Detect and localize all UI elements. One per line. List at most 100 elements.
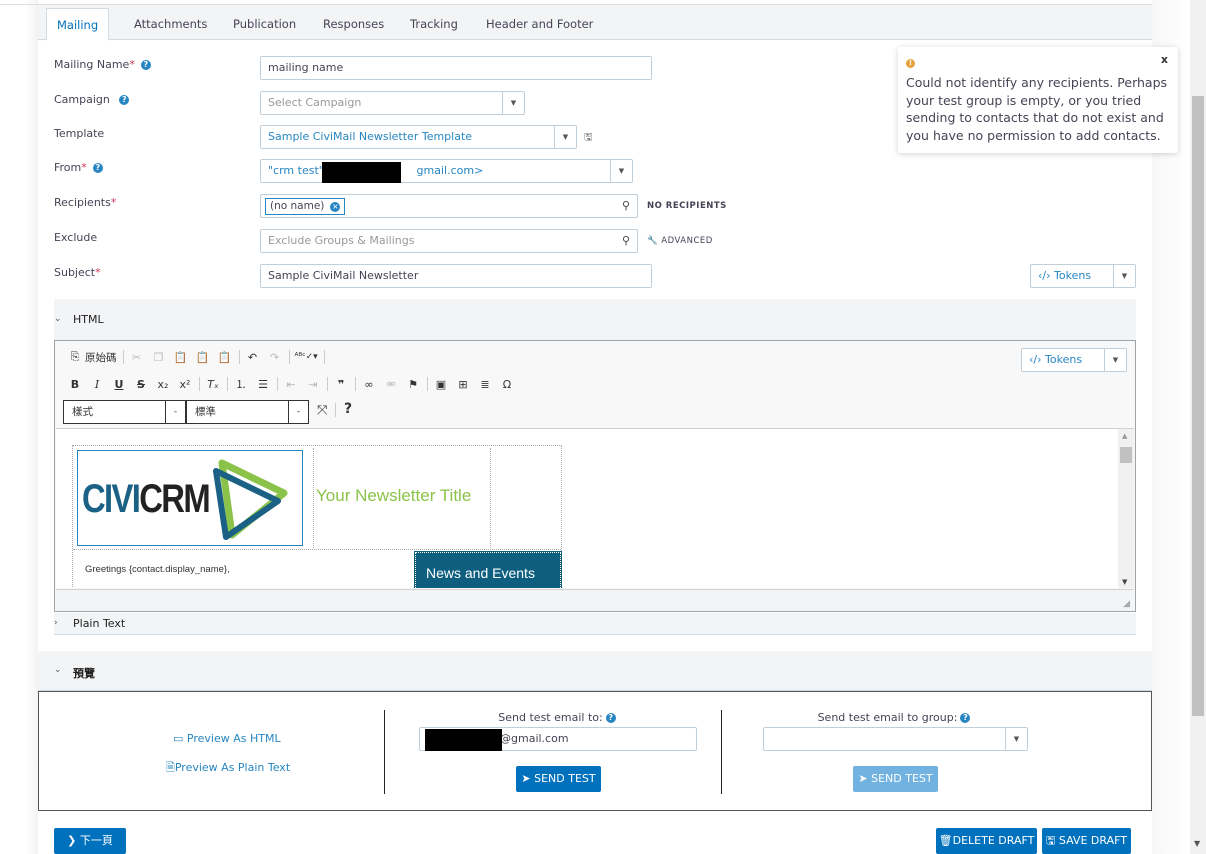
save-template-icon[interactable]: 🖫	[584, 130, 593, 147]
campaign-select[interactable]: Select Campaign ▼	[260, 91, 525, 115]
redo-icon[interactable]: ↷	[267, 351, 283, 364]
paste-icon[interactable]: 📋	[173, 351, 189, 364]
tokens-label: Tokens	[1054, 269, 1092, 282]
from-select[interactable]: "crm test" < gmail.com> ▼	[260, 159, 633, 183]
undo-icon[interactable]: ↶	[245, 351, 261, 364]
search-icon[interactable]: ⚲	[615, 195, 637, 217]
scroll-down-icon[interactable]: ▼	[1122, 578, 1127, 586]
outdent-icon[interactable]: ⇤	[283, 378, 299, 391]
tab-attachments[interactable]: Attachments	[124, 8, 217, 40]
scrollbar-thumb[interactable]	[1192, 96, 1204, 716]
preview-html-link[interactable]: ▭ Preview As HTML	[173, 732, 281, 745]
chevron-down-icon[interactable]: ▼	[610, 160, 632, 182]
link-icon[interactable]: ∞	[361, 378, 377, 391]
paper-plane-icon: ➤	[858, 772, 868, 785]
maximize-icon[interactable]: ⤧	[317, 403, 327, 418]
preview-section-title[interactable]: 預覽	[73, 665, 95, 681]
special-char-icon[interactable]: Ω	[499, 378, 515, 391]
paste-word-icon[interactable]: 📋	[217, 351, 233, 364]
editor-tokens-button[interactable]: ‹/› Tokens ▼	[1021, 348, 1127, 372]
advanced-link[interactable]: 🔧 ADVANCED	[647, 236, 713, 246]
help-button[interactable]: ?	[344, 401, 352, 417]
numbered-list-icon[interactable]: ⒈	[233, 376, 249, 392]
cut-icon[interactable]: ✂	[129, 351, 145, 364]
strikethrough-icon[interactable]: S	[133, 378, 149, 391]
format-combo[interactable]: 標準 -	[186, 400, 309, 424]
chevron-down-icon[interactable]: ▼	[1005, 728, 1027, 750]
source-icon[interactable]: ⎘	[67, 350, 83, 364]
send-test-button[interactable]: ➤ SEND TEST	[516, 766, 601, 792]
tab-header-footer[interactable]: Header and Footer	[476, 8, 603, 40]
search-icon[interactable]: ⚲	[615, 230, 637, 252]
required-mark: *	[95, 266, 101, 279]
preview-text-link[interactable]: 🗎Preview As Plain Text	[166, 759, 290, 778]
underline-icon[interactable]: U	[111, 378, 127, 391]
bold-icon[interactable]: B	[67, 378, 83, 391]
remove-chip-icon[interactable]: ×	[330, 202, 341, 212]
tab-publication[interactable]: Publication	[223, 8, 306, 40]
exclude-input[interactable]: Exclude Groups & Mailings ⚲	[260, 229, 638, 253]
chevron-down-icon[interactable]: -	[165, 401, 185, 423]
browser-scrollbar[interactable]: ▼	[1190, 0, 1206, 854]
indent-icon[interactable]: ⇥	[305, 378, 321, 391]
help-icon[interactable]: ?	[140, 60, 151, 70]
file-text-icon: 🗎	[166, 761, 175, 774]
anchor-flag-icon[interactable]: ⚑	[405, 378, 421, 391]
help-icon[interactable]: ?	[605, 713, 616, 723]
styles-combo[interactable]: 樣式 -	[63, 400, 186, 424]
horizontal-line-icon[interactable]: ≣	[477, 378, 493, 391]
next-page-button[interactable]: ❯ 下一頁	[54, 828, 126, 854]
superscript-icon[interactable]: x²	[177, 378, 193, 391]
chevron-down-icon[interactable]: ▼	[1104, 349, 1126, 371]
help-icon[interactable]: ?	[92, 163, 103, 173]
combo-label: 標準	[195, 406, 216, 418]
chevron-down-icon[interactable]: ▼	[502, 92, 524, 114]
html-section-title[interactable]: HTML	[73, 313, 104, 326]
unlink-icon[interactable]: ⚮	[383, 378, 399, 391]
delete-draft-button[interactable]: 🗑DELETE DRAFT	[936, 828, 1037, 854]
chevron-down-icon[interactable]: ▼	[554, 126, 576, 148]
resize-handle-icon[interactable]: ◢	[1123, 599, 1130, 609]
logo-crm: CRM	[139, 477, 210, 521]
chevron-down-icon[interactable]: -	[288, 401, 308, 423]
tab-responses[interactable]: Responses	[313, 8, 394, 40]
blockquote-icon[interactable]: ❞	[333, 378, 349, 391]
subject-tokens-button[interactable]: ‹/› Tokens ▼	[1030, 264, 1136, 288]
chevron-down-icon[interactable]: ▼	[1113, 265, 1135, 287]
paste-text-icon[interactable]: 📋	[195, 351, 211, 364]
close-icon[interactable]: x	[1161, 53, 1168, 66]
mailing-name-input[interactable]: mailing name	[260, 56, 652, 80]
save-draft-button[interactable]: 🖫 SAVE DRAFT	[1042, 828, 1131, 854]
editor-scrollbar[interactable]: ▲ ▼	[1118, 429, 1134, 588]
plain-text-title[interactable]: Plain Text	[73, 617, 125, 630]
copy-icon[interactable]: ❐	[151, 351, 167, 364]
help-icon[interactable]: ?	[119, 95, 130, 105]
preview-divider	[721, 710, 722, 794]
spellcheck-icon[interactable]: ᴬᴮᶜ✓▾	[295, 352, 318, 362]
source-button[interactable]: 原始碼	[85, 350, 117, 365]
tab-tracking[interactable]: Tracking	[400, 8, 468, 40]
editor-content-area[interactable]: CIVICRM Your Newsletter Title Greetings …	[56, 428, 1134, 588]
chevron-down-icon[interactable]: ⌄	[54, 314, 62, 324]
paper-plane-icon: ➤	[521, 772, 531, 785]
scroll-down-arrow-icon[interactable]: ▼	[1194, 839, 1200, 848]
recipient-chip: (no name) ×	[265, 198, 346, 215]
scroll-up-icon[interactable]: ▲	[1122, 432, 1127, 440]
editor-scroll-thumb[interactable]	[1120, 447, 1132, 463]
template-select[interactable]: Sample CiviMail Newsletter Template ▼	[260, 125, 577, 149]
subject-input[interactable]: Sample CiviMail Newsletter	[260, 264, 652, 288]
send-test-group-button[interactable]: ➤ SEND TEST	[853, 766, 938, 792]
italic-icon[interactable]: I	[89, 378, 105, 391]
remove-format-icon[interactable]: Tₓ	[205, 378, 221, 391]
image-icon[interactable]: ▣	[433, 378, 449, 391]
help-icon[interactable]: ?	[960, 713, 971, 723]
table-icon[interactable]: ⊞	[455, 378, 471, 391]
tab-mailing[interactable]: Mailing	[46, 8, 110, 41]
bulleted-list-icon[interactable]: ☰	[255, 378, 271, 391]
chevron-right-icon[interactable]: ›	[54, 618, 58, 628]
chevron-down-icon[interactable]: ⌄	[54, 665, 62, 675]
recipients-input[interactable]: (no name) × ⚲	[260, 194, 638, 218]
button-label: SEND TEST	[871, 772, 933, 785]
subscript-icon[interactable]: x₂	[155, 378, 171, 391]
send-test-group-select[interactable]: ▼	[763, 727, 1028, 751]
